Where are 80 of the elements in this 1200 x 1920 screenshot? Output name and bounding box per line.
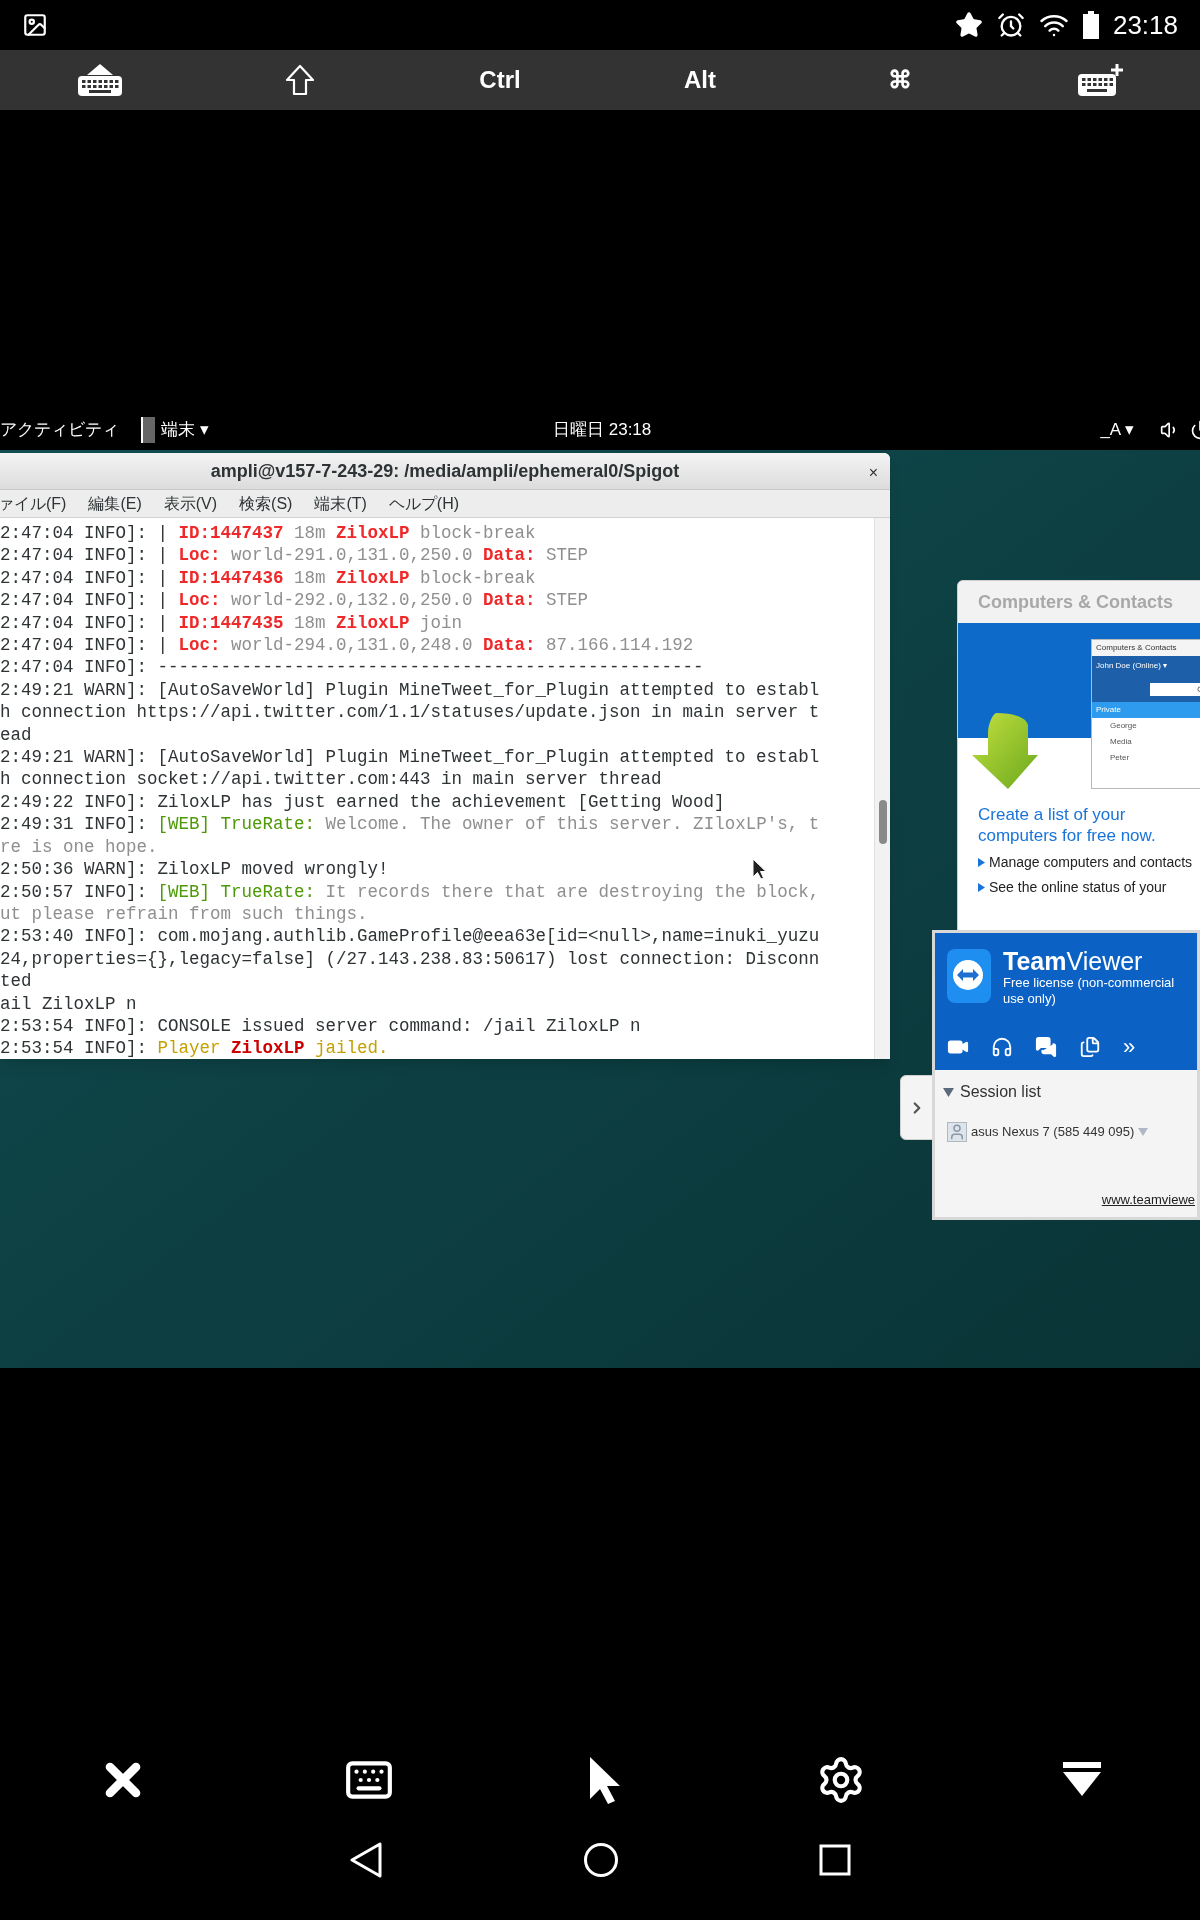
alarm-icon	[996, 11, 1025, 39]
star-icon	[954, 11, 983, 39]
modifier-key[interactable]: Alt	[650, 55, 750, 105]
more-button[interactable]: »	[1123, 1036, 1136, 1058]
panel-tab[interactable]	[900, 1075, 934, 1140]
panel-title: Computers & Contacts	[978, 590, 1174, 614]
chat-icon[interactable]	[1035, 1036, 1057, 1058]
log-line: 2:50:36 WARN]: ZiloxLP moved wrongly!	[0, 858, 389, 881]
log-line: ut please refrain from such things.	[0, 902, 368, 926]
log-line: 2:49:31 INFO]: [WEB] TrueRate: Welcome. The owner of this server. ZIloxLP's, t	[0, 813, 820, 836]
scrollbar-thumb[interactable]	[879, 800, 887, 844]
headset-icon[interactable]	[991, 1036, 1013, 1058]
log-line: 2:53:54 INFO]: Player ZiloxLP jailed.	[0, 1037, 389, 1059]
user-icon	[947, 1122, 967, 1142]
log-line: re is one hope.	[0, 835, 158, 859]
log-line: 2:49:22 INFO]: ZiloxLP has just earned the achievement [Getting Wood]	[0, 790, 725, 814]
modifier-key[interactable]: ⌘	[850, 55, 950, 105]
menu-item[interactable]: 端末(T)	[314, 491, 367, 516]
bullet-icon	[978, 858, 985, 867]
log-line: 2:47:04 INFO]: | Loc: world-294.0,131.0,248.0 Data: 87.166.114.192	[0, 634, 694, 657]
teamviewer-logo-icon	[945, 947, 993, 1005]
brand-name: TeamViewer	[1003, 947, 1144, 975]
log-line: ail ZiloxLP n	[0, 992, 137, 1015]
modifier-key[interactable]: Ctrl	[450, 55, 550, 105]
promo-bullet: Manage computers and contacts	[989, 854, 1193, 871]
log-line: 2:49:21 WARN]: [AutoSaveWorld] Plugin MineTweet_for_Plugin attempted to establ	[0, 746, 820, 769]
mouse-pointer-icon	[752, 858, 768, 880]
menu-item[interactable]: ァイル(F)	[0, 491, 67, 516]
log-line: 24,properties={},legacy=false] (/27.143.238.83:50617) lost connection: Disconn	[0, 947, 820, 971]
log-line: 2:49:21 WARN]: [AutoSaveWorld] Plugin MineTweet_for_Plugin attempted to establ	[0, 678, 820, 702]
section-title: Session list	[960, 1082, 1041, 1102]
app-menu[interactable]: 端末 ▾	[161, 417, 209, 443]
log-line: 2:47:04 INFO]: | ID:1447436 18m ZiloxLP block-break	[0, 566, 536, 590]
close-button[interactable]: ×	[868, 461, 878, 485]
log-line: 2:47:04 INFO]: ----------------------------------------------------	[0, 656, 704, 679]
window-title: ampli@v157-7-243-29: /media/ampli/ephemeral0/Spigot	[210, 459, 680, 483]
documents-icon[interactable]	[1079, 1036, 1101, 1058]
activities-button[interactable]: アクティビティ	[0, 417, 119, 443]
mouse-pointer-icon[interactable]	[587, 1755, 622, 1805]
input-method-menu[interactable]: _A ▾	[1100, 417, 1134, 443]
license-text: Free license (non-commercial use only)	[1003, 975, 1176, 1007]
home-icon[interactable]	[583, 1842, 619, 1878]
preview-list-item: George	[1109, 720, 1138, 732]
log-line: ted	[0, 970, 32, 993]
log-line: 2:50:57 INFO]: [WEB] TrueRate: It records there that are destroying the block,	[0, 880, 820, 903]
back-icon[interactable]	[349, 1842, 383, 1878]
promo-bullet: See the online status of your	[989, 879, 1167, 896]
preview-list-item: Private	[1092, 702, 1200, 718]
desktop-clock[interactable]: 日曜日 23:18	[553, 417, 652, 443]
log-line: 2:53:40 INFO]: com.mojang.authlib.GameProfile@eea63e[id=<null>,name=inuki_yuzu	[0, 925, 820, 948]
log-line: 2:47:04 INFO]: | Loc: world-292.0,132.0,250.0 Data: STEP	[0, 589, 589, 612]
menu-item[interactable]: 検索(S)	[239, 491, 293, 516]
session-item[interactable]: asus Nexus 7 (585 449 095)	[971, 1122, 1135, 1142]
log-line: 2:53:54 INFO]: CONSOLE issued server command: /jail ZiloxLP n	[0, 1014, 641, 1038]
log-line: 2:47:04 INFO]: | Loc: world-291.0,131.0,250.0 Data: STEP	[0, 544, 589, 567]
preview-title: Computers & Contacts	[1096, 642, 1177, 654]
menu-item[interactable]: ヘルプ(H)	[388, 491, 460, 516]
recents-icon[interactable]	[819, 1844, 851, 1876]
log-line: ead	[0, 723, 32, 747]
keyboard-icon[interactable]	[77, 63, 123, 97]
terminal-app-icon	[141, 417, 155, 443]
expand-triangle-icon[interactable]	[943, 1086, 954, 1098]
log-line: 2:47:04 INFO]: | ID:1447437 18m ZiloxLP block-break	[0, 522, 536, 545]
preview-list-item: Peter	[1109, 752, 1131, 764]
keyboard-add-icon[interactable]	[1077, 63, 1123, 97]
shift-icon[interactable]	[285, 64, 315, 96]
bullet-icon	[978, 883, 985, 892]
log-line: h connection https://api.twitter.com/1.1/statuses/update.json in main server t	[0, 701, 820, 724]
battery-icon	[1082, 11, 1099, 39]
clock: 23:18	[1112, 8, 1178, 42]
preview-list-item: Media	[1109, 736, 1133, 748]
menu-item[interactable]: 表示(V)	[163, 491, 218, 516]
menu-item[interactable]: 編集(E)	[88, 491, 142, 516]
website-link[interactable]: www.teamviewe	[1101, 1189, 1195, 1209]
promo-headline: Create a list of your computers for free now.	[978, 804, 1157, 846]
image-notification-icon	[22, 12, 48, 38]
log-line: 2:47:04 INFO]: | ID:1447435 18m ZiloxLP join	[0, 611, 463, 635]
dropdown-icon[interactable]	[1060, 1762, 1103, 1798]
log-line: h connection socket://api.twitter.com:443 in main server thread	[0, 768, 662, 791]
preview-account: John Doe (Online) ▾	[1096, 660, 1168, 672]
